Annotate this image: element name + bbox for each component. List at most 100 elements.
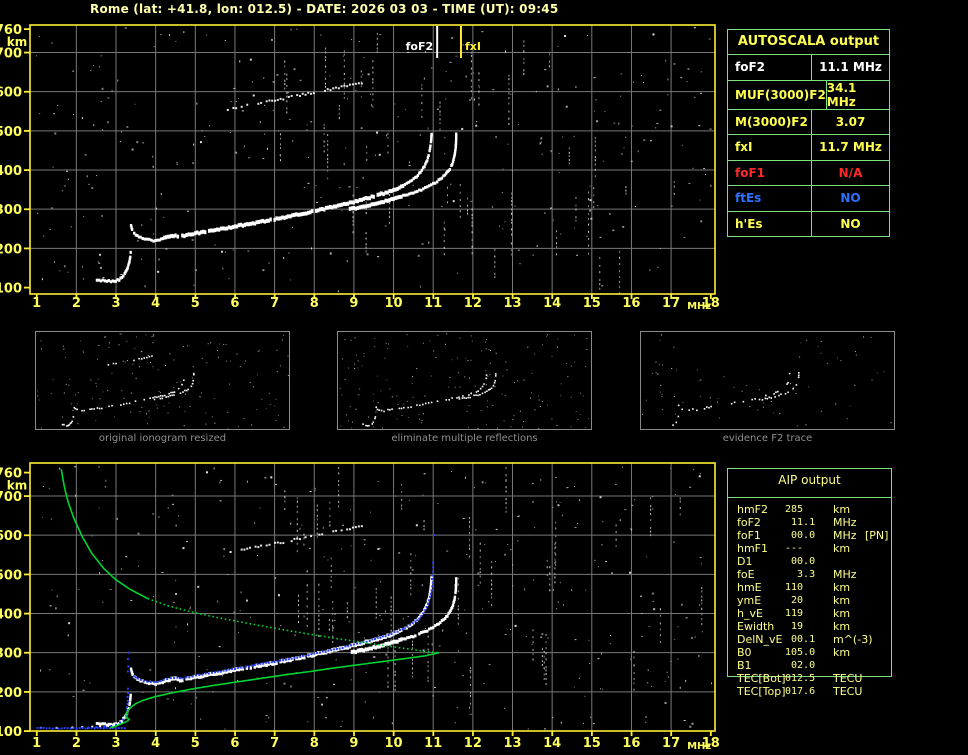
autoscala-row-h'Es: h'Es NO (728, 211, 889, 236)
aip-row-unit: km (833, 620, 851, 633)
svg-text:15: 15 (583, 296, 601, 311)
svg-text:16: 16 (622, 736, 640, 751)
svg-text:fxI: fxI (465, 40, 481, 53)
aip-row-unit: TECU (833, 672, 863, 685)
aip-row-label: B0 (737, 646, 752, 659)
svg-text:foF2: foF2 (406, 40, 434, 53)
aip-row-value: 00.1 (785, 634, 816, 645)
autoscala-row-value: NO (811, 186, 889, 211)
svg-text:9: 9 (349, 296, 358, 311)
aip-table-title: AIP output (778, 473, 841, 487)
autoscala-row-M(3000)F2: M(3000)F2 3.07 (728, 109, 889, 135)
aip-row-label: D1 (737, 555, 753, 568)
aip-row-value: 11.1 (785, 517, 816, 528)
series-second-reflection (229, 525, 363, 554)
autoscala-row-fxI: fxI 11.7 MHz (728, 135, 889, 161)
aip-row-Ewidth: Ewidth 19 km (727, 620, 907, 633)
aip-row-value: 02.0 (785, 660, 816, 671)
aip-row-value: --- (785, 543, 804, 554)
autoscala-row-label: h'Es (735, 216, 763, 231)
svg-text:3: 3 (111, 296, 120, 311)
svg-text:17: 17 (662, 296, 680, 311)
svg-text:4: 4 (151, 296, 160, 311)
svg-text:100: 100 (0, 282, 22, 297)
svg-text:5: 5 (191, 736, 200, 751)
aip-output-table: AIP output hmF2 285 km foF2 11.1 MHz foF1 00.… (727, 468, 907, 708)
svg-text:5: 5 (191, 296, 200, 311)
svg-text:7: 7 (270, 736, 279, 751)
thumbnail-caption: eliminate multiple reflections (391, 433, 538, 444)
aip-row-foF2: foF2 11.1 MHz (727, 516, 907, 529)
aip-row-value: 3.3 (785, 569, 816, 580)
svg-text:11: 11 (424, 736, 442, 751)
aip-row-value: 19 (785, 621, 804, 632)
aip-row-value: 105.0 (785, 647, 816, 658)
autoscala-row-value: 11.7 MHz (811, 135, 889, 160)
autoscala-app-window: Rome (lat: +41.8, lon: 012.5) - DATE: 20… (0, 0, 968, 755)
autoscala-row-label: MUF(3000)F2 (735, 87, 826, 102)
aip-row-label: B1 (737, 659, 752, 672)
autoscala-row-MUF(3000)F2: MUF(3000)F2 34.1 MHz (728, 80, 889, 110)
plot-area (30, 25, 715, 294)
aip-row-TEC[Top]: TEC[Top] 017.6 TECU (727, 685, 907, 698)
svg-text:300: 300 (0, 203, 22, 218)
aip-row-value: 017.6 (785, 686, 816, 697)
autoscala-row-label: foF2 (735, 60, 766, 75)
aip-row-label: hmF2 (737, 503, 769, 516)
aip-row-value: 119 (785, 608, 804, 619)
thumbnail-f2-trace-evidence (640, 331, 895, 430)
aip-row-unit: m^(-3) (833, 633, 873, 646)
autoscala-row-foF1: foF1 N/A (728, 160, 889, 186)
profile-ionogram-plot: 100200300400500600700760km12345678910111… (0, 462, 720, 752)
autoscala-row-value: 11.1 MHz (811, 55, 889, 80)
svg-text:13: 13 (503, 736, 521, 751)
grid-lines (30, 463, 715, 731)
aip-row-label: foF1 (737, 529, 761, 542)
autoscala-row-ftEs: ftEs NO (728, 186, 889, 212)
autoscala-row-value: NO (811, 211, 889, 236)
aip-row-label: ymE (737, 594, 762, 607)
aip-row-unit: km (833, 581, 851, 594)
svg-text:400: 400 (0, 164, 22, 179)
svg-text:13: 13 (503, 296, 521, 311)
marker-foF2: foF2 (406, 26, 439, 58)
axis-labels: 100200300400500600700760km12345678910111… (0, 466, 720, 752)
svg-text:2: 2 (72, 736, 81, 751)
svg-text:400: 400 (0, 607, 22, 622)
svg-text:200: 200 (0, 242, 22, 257)
svg-text:500: 500 (0, 125, 22, 140)
aip-row-label: Ewidth (737, 620, 775, 633)
aip-row-unit: MHz (833, 568, 857, 581)
autoscala-table-body: foF2 11.1 MHz MUF(3000)F2 34.1 MHz M(3000)F2… (728, 55, 889, 236)
svg-text:14: 14 (543, 736, 561, 751)
series-F-trace-ordinary (129, 132, 433, 243)
thumbnail-caption: evidence F2 trace (722, 433, 813, 444)
aip-row-unit: km (833, 594, 851, 607)
aip-row-foF1: foF1 00.0 MHz [PN] (727, 529, 907, 542)
series-F-trace-ordinary (129, 575, 433, 686)
noise-speckle (40, 465, 712, 730)
aip-row-label: hmF1 (737, 542, 769, 555)
aip-row-hmF2: hmF2 285 km (727, 503, 907, 516)
aip-row-label: h_vE (737, 607, 763, 620)
svg-text:9: 9 (349, 736, 358, 751)
aip-row-TEC[Bot]: TEC[Bot] 012.5 TECU (727, 672, 907, 685)
svg-text:14: 14 (543, 296, 561, 311)
svg-text:10: 10 (385, 736, 403, 751)
recorded-ionogram-plot: foF2 fxI100200300400500600700760km1234567… (0, 23, 720, 312)
aip-row-label: DelN_vE (737, 633, 783, 646)
aip-row-value: 012.5 (785, 673, 816, 684)
thumbnail-caption: original ionogram resized (98, 433, 227, 444)
svg-text:600: 600 (0, 529, 22, 544)
autoscala-row-label: M(3000)F2 (735, 114, 808, 129)
thumbnail-border (337, 331, 592, 430)
svg-text:MHz: MHz (687, 301, 711, 312)
aip-row-ymE: ymE 20 km (727, 594, 907, 607)
aip-row-unit: km (833, 503, 851, 516)
svg-text:km: km (7, 35, 27, 49)
thumbnail-border (640, 331, 895, 430)
svg-text:11: 11 (424, 296, 442, 311)
aip-row-value: 285 (785, 504, 804, 515)
noise-speckle (35, 27, 712, 294)
aip-row-hmE: hmE 110 km (727, 581, 907, 594)
